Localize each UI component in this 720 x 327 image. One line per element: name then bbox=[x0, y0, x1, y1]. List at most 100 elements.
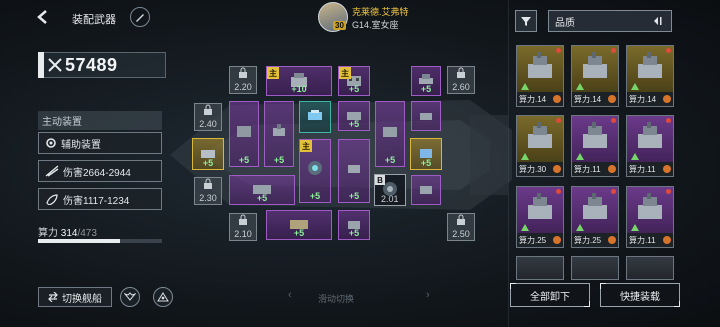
upgrade-coin-icon bbox=[553, 165, 561, 173]
weapon-slot-gold[interactable]: +5 bbox=[410, 138, 442, 170]
new-item-dot-icon bbox=[611, 118, 616, 123]
lock-compute-value: 2.30 bbox=[199, 193, 217, 203]
weapon-card[interactable]: 算力.25 bbox=[571, 186, 619, 248]
slot-bonus: +5 bbox=[348, 119, 360, 129]
locked-slot[interactable]: 2.50 bbox=[447, 213, 475, 241]
weapon-slot[interactable]: +5 bbox=[338, 101, 370, 131]
weapon-card-compute: 算力.14 bbox=[519, 94, 547, 104]
slot-bonus: +5 bbox=[348, 84, 360, 94]
weapon-slot[interactable]: +5 bbox=[229, 175, 295, 205]
quick-equip-button[interactable]: 快捷装载 bbox=[600, 283, 680, 307]
back-button[interactable] bbox=[36, 9, 54, 27]
rank-up-icon bbox=[521, 224, 529, 231]
weapon-card-partial[interactable] bbox=[626, 256, 674, 280]
weapon-card[interactable]: 算力.11 bbox=[626, 186, 674, 248]
weapon-turret-icon bbox=[528, 52, 552, 78]
locked-slot[interactable]: 2.30 bbox=[194, 177, 222, 205]
slot-bonus: +5 bbox=[384, 155, 396, 165]
weapon-card-partial[interactable] bbox=[571, 256, 619, 280]
switch-ship-label: 切换舰船 bbox=[62, 293, 102, 305]
locked-slot[interactable]: 2.20 bbox=[229, 66, 257, 94]
weapon-card[interactable]: 算力.30 bbox=[516, 115, 564, 177]
weapon-card[interactable]: 算力.11 bbox=[626, 115, 674, 177]
damage-stat-2-label: 伤害1117-1234 bbox=[63, 195, 130, 207]
slot-bonus: +5 bbox=[273, 155, 285, 165]
weapon-slot[interactable]: +5 bbox=[411, 66, 441, 96]
locked-slot[interactable]: 2.60 bbox=[447, 66, 475, 94]
aux-device-button[interactable]: 辅助装置 bbox=[38, 132, 162, 154]
wings-icon bbox=[124, 292, 136, 301]
swap-arrows-icon bbox=[48, 292, 58, 302]
pen-icon bbox=[136, 14, 144, 22]
weapon-turret-icon bbox=[638, 52, 662, 78]
weapon-slot[interactable]: +5 bbox=[266, 210, 332, 240]
weapon-card-compute: 算力.14 bbox=[574, 94, 602, 104]
weapon-card-footer: 算力.14 bbox=[627, 92, 673, 106]
weapon-slot[interactable]: +5 bbox=[229, 101, 259, 167]
fleet-emblem-button[interactable] bbox=[153, 287, 173, 307]
damage-stat-1[interactable]: 伤害2664-2944 bbox=[38, 160, 162, 182]
weapon-card-footer: 算力.25 bbox=[517, 233, 563, 247]
weapon-slot[interactable]: +5 bbox=[264, 101, 294, 167]
weapon-turret-icon bbox=[583, 193, 607, 219]
weapon-slot[interactable]: +5 bbox=[338, 139, 370, 203]
rank-up-icon bbox=[576, 83, 584, 90]
unequip-all-label: 全部卸下 bbox=[530, 291, 570, 303]
weapon-card-footer: 算力.14 bbox=[572, 92, 618, 106]
weapon-card[interactable]: 算力.14 bbox=[516, 45, 564, 107]
turret-icon bbox=[420, 112, 432, 120]
weapon-card-compute: 算力.11 bbox=[574, 164, 601, 174]
upgrade-coin-icon bbox=[608, 236, 616, 244]
missile-launcher-icon bbox=[237, 125, 251, 137]
damage-stat-1-label: 伤害2664-2944 bbox=[63, 167, 131, 179]
weapon-turret-icon bbox=[638, 122, 662, 148]
sort-dropdown[interactable]: 品质 bbox=[548, 10, 672, 32]
filter-button[interactable] bbox=[515, 10, 537, 32]
switch-ship-button[interactable]: 切换舰船 bbox=[38, 287, 112, 307]
weapon-card-compute: 算力.30 bbox=[519, 164, 547, 174]
slot-bonus: +5 bbox=[420, 158, 432, 168]
swipe-left-icon: ‹ bbox=[288, 289, 292, 301]
weapon-slot-gold[interactable]: +5 bbox=[192, 138, 224, 170]
locked-slot[interactable]: 2.10 bbox=[229, 213, 257, 241]
slot-bonus: +5 bbox=[348, 191, 360, 201]
compute-label: 算力 bbox=[38, 228, 58, 239]
upgrade-coin-icon bbox=[553, 95, 561, 103]
weapon-card[interactable]: 算力.14 bbox=[626, 45, 674, 107]
new-item-dot-icon bbox=[666, 118, 671, 123]
swipe-hint: 滑动切换 bbox=[318, 294, 355, 304]
mine-layer-icon bbox=[420, 185, 432, 194]
rank-up-icon bbox=[631, 83, 639, 90]
weapon-slot[interactable] bbox=[411, 101, 441, 131]
special-slot[interactable] bbox=[299, 101, 331, 133]
pilot-sector: G14.室女座 bbox=[352, 20, 399, 30]
edit-loadout-button[interactable] bbox=[130, 7, 150, 27]
weapon-card[interactable]: 算力.11 bbox=[571, 115, 619, 177]
weapon-card[interactable]: 算力.25 bbox=[516, 186, 564, 248]
locked-slot[interactable]: 2.40 bbox=[194, 103, 222, 131]
weapon-card-footer: 算力.11 bbox=[627, 162, 673, 176]
compute-used: 314 bbox=[60, 228, 78, 239]
weapon-card-partial[interactable] bbox=[516, 256, 564, 280]
lock-icon bbox=[457, 67, 465, 78]
weapon-card-compute: 算力.11 bbox=[629, 235, 656, 245]
weapon-turret-icon bbox=[583, 122, 607, 148]
sort-dropdown-value: 品质 bbox=[555, 17, 575, 29]
weapon-slot[interactable]: +5 bbox=[375, 101, 405, 167]
rank-up-icon bbox=[576, 224, 584, 231]
new-item-dot-icon bbox=[611, 48, 616, 53]
upgrade-coin-icon bbox=[608, 95, 616, 103]
weapon-card-footer: 算力.30 bbox=[517, 162, 563, 176]
wings-emblem-button[interactable] bbox=[120, 287, 140, 307]
lock-icon bbox=[204, 178, 212, 189]
damage-stat-2[interactable]: 伤害1117-1234 bbox=[38, 188, 162, 210]
slot-bonus: +5 bbox=[293, 228, 305, 238]
unequip-all-button[interactable]: 全部卸下 bbox=[510, 283, 590, 307]
new-item-dot-icon bbox=[666, 48, 671, 53]
weapon-slot[interactable] bbox=[411, 175, 441, 205]
filter-funnel-icon bbox=[521, 17, 531, 26]
missile-damage-icon bbox=[46, 194, 58, 205]
weapon-card[interactable]: 算力.14 bbox=[571, 45, 619, 107]
weapon-slot[interactable]: +5 bbox=[338, 210, 370, 240]
sort-toggle-icon bbox=[654, 17, 662, 25]
